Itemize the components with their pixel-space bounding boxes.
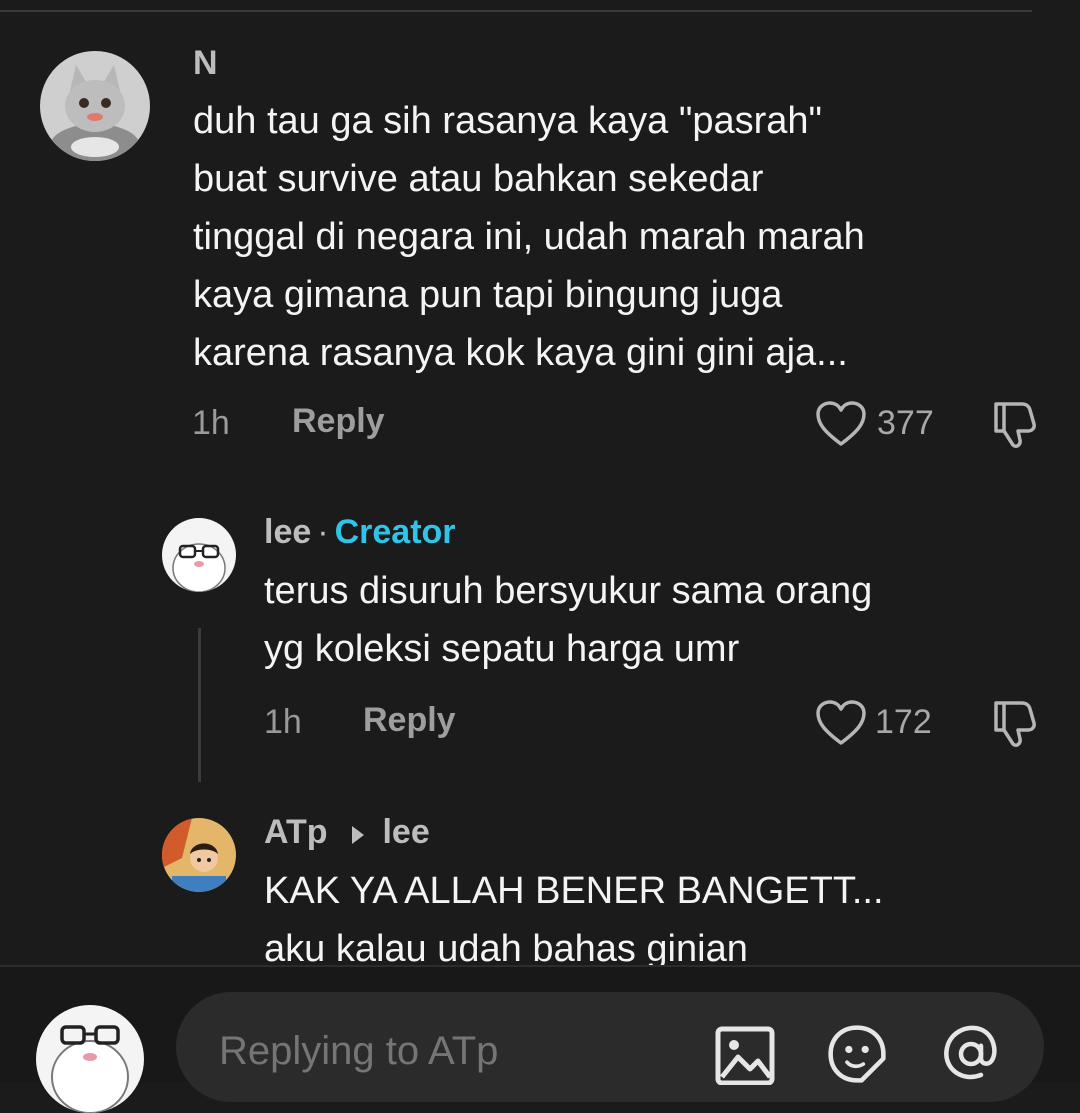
reply-button[interactable]: Reply [292, 402, 385, 441]
user-avatar[interactable] [36, 1005, 144, 1113]
like-count: 377 [877, 404, 934, 442]
avatar[interactable] [162, 518, 236, 592]
avatar[interactable] [40, 51, 150, 161]
caret-right-icon [351, 815, 365, 854]
separator: · [317, 513, 329, 551]
thumbs-down-icon[interactable] [988, 400, 1040, 450]
comment-time: 1h [192, 404, 230, 442]
heart-outline-icon[interactable] [815, 400, 867, 448]
avatar[interactable] [162, 818, 236, 892]
username[interactable]: N [193, 44, 218, 83]
comment-text: duh tau ga sih rasanya kaya "pasrah" bua… [193, 100, 865, 374]
heart-outline-icon[interactable] [815, 699, 867, 747]
reply-to-username[interactable]: lee [382, 813, 429, 851]
username-row: lee · Creator [264, 513, 456, 552]
comment-input[interactable] [217, 1028, 671, 1075]
comment-time: 1h [264, 703, 302, 741]
creator-badge: Creator [334, 513, 456, 551]
username-row: ATp lee [264, 813, 430, 854]
username[interactable]: ATp [264, 813, 328, 851]
image-icon[interactable] [714, 1025, 776, 1085]
divider [0, 10, 1032, 12]
comment-text: terus disuruh bersyukur sama orang yg ko… [264, 570, 873, 670]
username[interactable]: lee [264, 513, 311, 551]
comment-text: KAK YA ALLAH BENER BANGETT... aku kalau … [264, 870, 884, 970]
at-sign-icon[interactable] [938, 1024, 1004, 1084]
thumbs-down-icon[interactable] [988, 699, 1040, 749]
reply-button[interactable]: Reply [363, 701, 456, 740]
emoji-icon[interactable] [824, 1024, 890, 1084]
like-count: 172 [875, 703, 932, 741]
thread-line [198, 628, 201, 782]
